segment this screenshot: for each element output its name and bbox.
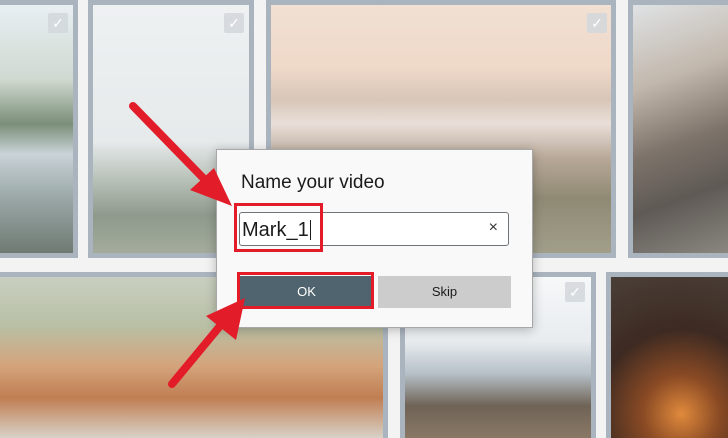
arrow-to-ok-icon	[168, 298, 245, 388]
arrow-to-input-icon	[129, 102, 232, 206]
annotation-arrows	[129, 102, 245, 388]
